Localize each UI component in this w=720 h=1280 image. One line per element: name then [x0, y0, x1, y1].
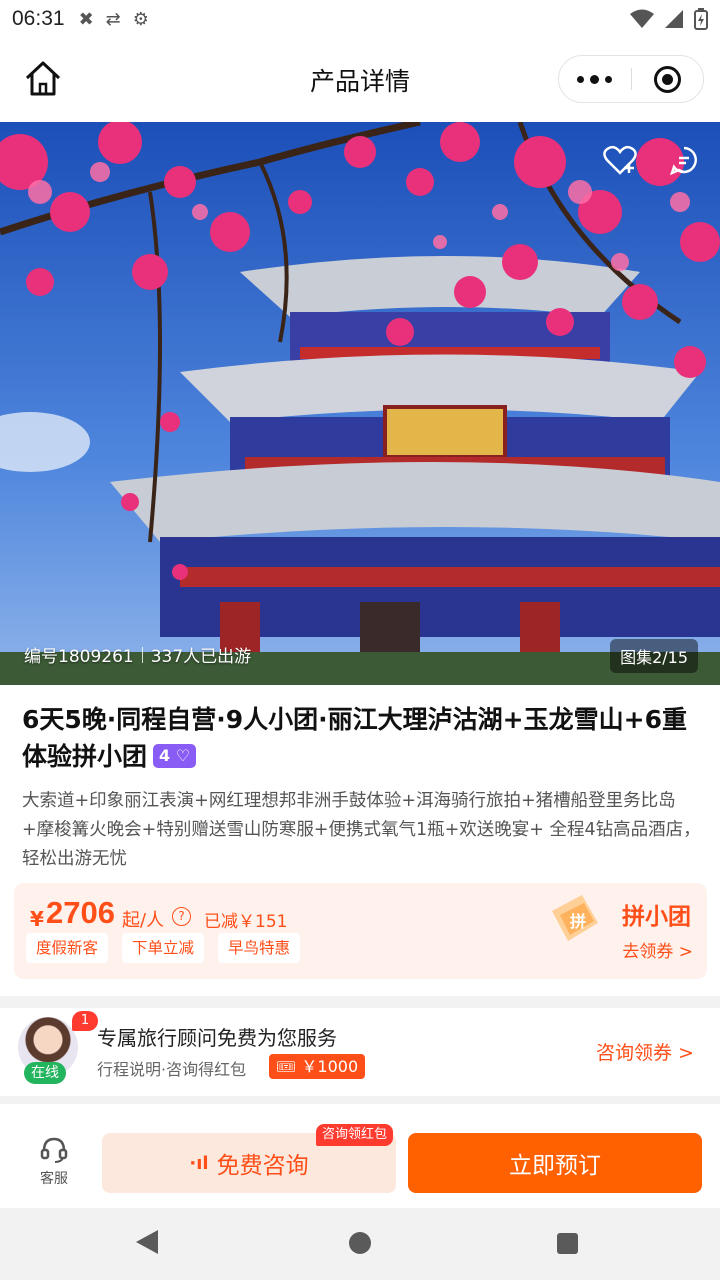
price-tag: 下单立减 [122, 933, 205, 963]
product-description: 大索道+印象丽江表演+网红理想邦非洲手鼓体验+洱海骑行旅拍+猪槽船登里务比岛+摩… [22, 791, 701, 869]
more-icon[interactable] [559, 74, 631, 84]
nav-bar: 产品详情 [0, 38, 720, 122]
customer-service-button[interactable]: 客服 [28, 1134, 80, 1188]
product-title-text: 6天5晚·同程自营·9人小团·丽江大理泸沽湖+玉龙雪山+6重体验拼小团 [22, 705, 687, 771]
advisor-title: 专属旅行顾问免费为您服务 [97, 1026, 337, 1050]
advisor-subtitle: 行程说明·咨询得红包 [97, 1060, 247, 1079]
meta-divider [141, 646, 143, 663]
book-now-button[interactable]: 立即预订 [408, 1133, 702, 1193]
price-currency: ¥ [30, 907, 44, 931]
price-tag: 度假新客 [26, 933, 109, 963]
status-time: 06:31 [12, 7, 65, 30]
close-mini-program-icon[interactable] [632, 65, 704, 93]
svg-text:拼: 拼 [570, 912, 586, 931]
pagoda-photo [0, 122, 720, 685]
consult-red-packet-tag: 咨询领红包 [316, 1124, 394, 1146]
price-tag: 早鸟特惠 [218, 933, 301, 963]
customer-service-label: 客服 [40, 1171, 68, 1187]
gallery-counter[interactable]: 图集2/15 [610, 639, 698, 673]
page-title: 产品详情 [309, 68, 410, 96]
group-deal-icon: 拼 [552, 895, 598, 941]
price-unit: 起/人 [122, 910, 165, 931]
status-notification-icons: ✖ ⇄ ⚙ [79, 9, 149, 30]
system-nav-bar [0, 1208, 720, 1280]
battery-icon [694, 8, 708, 30]
sync-icon: ⇄ [105, 8, 121, 30]
signal-icon [665, 10, 683, 28]
level-badge: 4 ♡ [153, 744, 197, 768]
traveler-count: 337人已出游 [150, 647, 252, 667]
status-bar: 06:31 ✖ ⇄ ⚙ [0, 0, 720, 38]
consult-coupon-link[interactable]: 咨询领券 > [596, 1038, 694, 1065]
ticket-icon: 🎟 [276, 1057, 297, 1076]
price-amount: 2706 [46, 895, 115, 930]
headset-icon [40, 1137, 68, 1163]
home-circle-icon[interactable] [349, 1232, 371, 1254]
diamond-icon: ♡ [175, 746, 191, 765]
group-label: 拼小团 [622, 904, 691, 930]
online-badge: 在线 [24, 1062, 66, 1084]
coupon-badge: 🎟 ￥1000 [269, 1054, 366, 1079]
price-box: ¥ 2706 起/人 ? 已减￥151 度假新客 下单立减 早鸟特惠 拼 拼小团… [14, 883, 707, 979]
hero-meta: 编号1809261 337人已出游 [24, 642, 251, 667]
product-code: 编号1809261 [24, 647, 134, 667]
voice-wave-icon: ·ıl [189, 1152, 209, 1174]
favorite-icon[interactable] [598, 138, 642, 182]
recent-apps-icon[interactable] [557, 1233, 578, 1254]
hero-actions [598, 138, 706, 182]
advisor-card[interactable]: 在线 1 专属旅行顾问免费为您服务 行程说明·咨询得红包 🎟 ￥1000 咨询领… [0, 1008, 720, 1096]
unread-badge: 1 [72, 1011, 98, 1031]
product-title: 6天5晚·同程自营·9人小团·丽江大理泸沽湖+玉龙雪山+6重体验拼小团 4 ♡ [22, 701, 702, 775]
hero-image[interactable]: 编号1809261 337人已出游 图集2/15 [0, 122, 720, 685]
price-help-icon[interactable]: ? [172, 907, 191, 926]
notification-icon: ✖ [78, 8, 94, 30]
status-right [630, 8, 708, 30]
wifi-icon [630, 9, 654, 28]
coupon-amount: ￥1000 [301, 1057, 359, 1076]
price-saved: 已减￥151 [204, 912, 288, 932]
gear-icon: ⚙ [132, 8, 149, 30]
bottom-action-bar: 客服 ·ıl 免费咨询 咨询领红包 立即预订 [0, 1112, 720, 1208]
back-icon[interactable] [136, 1230, 158, 1254]
price-tags: 度假新客 下单立减 早鸟特惠 [26, 933, 301, 963]
get-coupon-link[interactable]: 去领券 > [622, 937, 693, 962]
home-icon[interactable] [22, 58, 64, 100]
chat-icon[interactable] [662, 138, 706, 182]
product-info: 6天5晚·同程自营·9人小团·丽江大理泸沽湖+玉龙雪山+6重体验拼小团 4 ♡ 大… [0, 685, 720, 996]
mini-program-capsule [558, 55, 704, 103]
level-badge-number: 4 [159, 746, 171, 765]
free-consult-label: 免费咨询 [216, 1153, 309, 1179]
